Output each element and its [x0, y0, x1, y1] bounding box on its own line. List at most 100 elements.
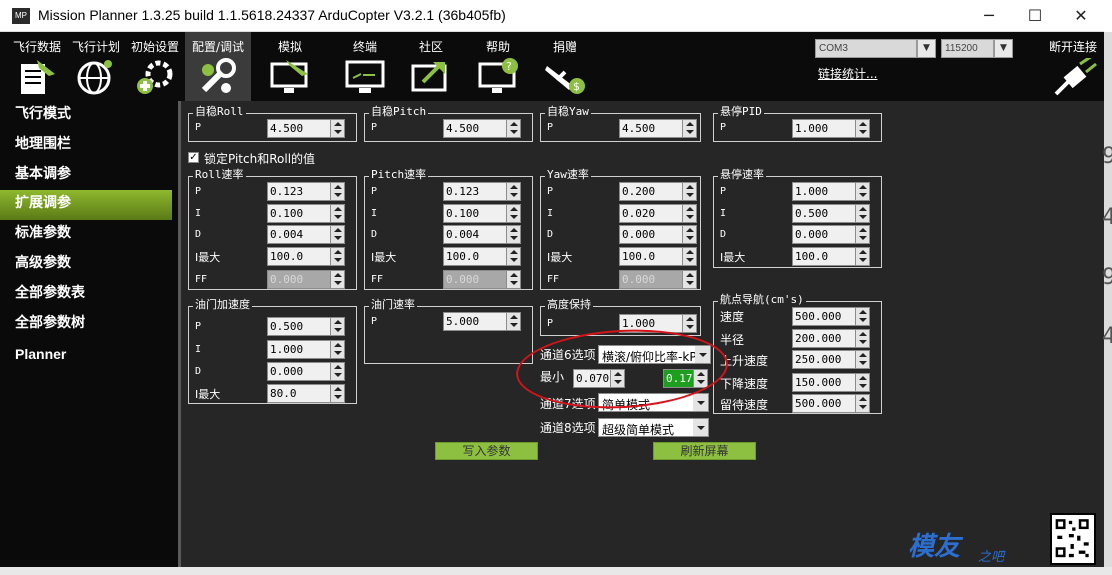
minimize-button[interactable]: ─ [966, 0, 1012, 32]
rate-pitch-imax-input[interactable]: 100.0 [443, 247, 521, 266]
sidebar-item-full-param-list[interactable]: 全部参数表 [0, 280, 172, 310]
tab-terminal[interactable]: 终端 [333, 32, 397, 101]
rate-yaw-d-input[interactable]: 0.000 [619, 225, 697, 244]
p-label: P [195, 122, 202, 133]
tab-simulation[interactable]: 模拟 [258, 32, 322, 101]
rate-pitch-p-input[interactable]: 0.123 [443, 182, 521, 201]
rate-yaw-imax-input[interactable]: 100.0 [619, 247, 697, 266]
loiter-rate-imax-input[interactable]: 100.0 [792, 247, 870, 266]
throttle-accel-i-input[interactable]: 1.000 [267, 340, 345, 359]
loiter-pid-p-input[interactable]: 1.000 [792, 119, 870, 138]
tab-community[interactable]: 社区 [403, 32, 459, 101]
sidebar-item-basic-tuning[interactable]: 基本调参 [0, 161, 172, 191]
baud-dropdown-arrow[interactable]: ▼ [994, 39, 1013, 58]
tab-config-tuning[interactable]: 配置/调试 [185, 32, 251, 101]
wpnav-loiter-speed-input[interactable]: 500.000 [792, 394, 870, 413]
main-toolbar: 飞行数据 飞行计划 初始设置 配置/调试 模拟 终端 社区 帮助 ? 捐赠 $ … [0, 32, 1104, 101]
rate-pitch-d-input[interactable]: 0.004 [443, 225, 521, 244]
stabilize-roll-p-input[interactable]: 4.500 [267, 119, 345, 138]
p-label: P [371, 186, 378, 197]
port-select[interactable]: COM3 [815, 39, 917, 58]
port-dropdown-arrow[interactable]: ▼ [917, 39, 936, 58]
rate-roll-d-input[interactable]: 0.004 [267, 225, 345, 244]
ff-label: FF [371, 274, 384, 285]
loiter-rate-d-input[interactable]: 0.000 [792, 225, 870, 244]
wpnav-speed-label: 速度 [720, 310, 745, 324]
tab-flight-plan[interactable]: 飞行计划 [66, 32, 126, 101]
ch8-option-select[interactable]: 超级简单模式 [598, 418, 709, 437]
wpnav-speed-input[interactable]: 500.000 [792, 307, 870, 326]
wpnav-down-speed-input[interactable]: 150.000 [792, 373, 870, 392]
imax-label: I最大 [195, 388, 221, 401]
group-title: 悬停速率 [718, 168, 766, 182]
background-char: 4 [1102, 205, 1112, 230]
rate-roll-i-input[interactable]: 0.100 [267, 204, 345, 223]
sidebar-item-planner[interactable]: Planner [0, 341, 172, 371]
d-label: D [195, 229, 202, 240]
throttle-accel-d-input[interactable]: 0.000 [267, 362, 345, 381]
refresh-screen-button[interactable]: 刷新屏幕 [653, 442, 756, 460]
waypoint-nav-group: 航点导航(cm's) 速度 500.000 半径 200.000 上升速度 25… [713, 293, 882, 414]
tab-initial-setup[interactable]: 初始设置 [126, 32, 184, 101]
terminal-icon [345, 60, 385, 93]
sidebar-item-extended-tuning[interactable]: 扩展调参 [0, 190, 172, 220]
background-char: 9 [1102, 144, 1112, 169]
group-title: Yaw速率 [545, 168, 591, 182]
rate-pitch-ff-input: 0.000 [443, 270, 521, 289]
stabilize-pitch-group: 自稳Pitch P 4.500 [364, 105, 533, 142]
maximize-button[interactable]: ☐ [1012, 0, 1058, 32]
ff-label: FF [547, 274, 560, 285]
disconnect-plug-icon[interactable] [1052, 58, 1098, 98]
rate-pitch-i-input[interactable]: 0.100 [443, 204, 521, 223]
throttle-accel-imax-input[interactable]: 80.0 [267, 384, 345, 403]
initial-setup-icon [137, 60, 173, 94]
config-tuning-icon [201, 58, 236, 93]
group-title: 航点导航(cm's) [718, 293, 806, 307]
tab-terminal-label: 终端 [352, 40, 377, 54]
imax-label: I最大 [547, 251, 573, 264]
sidebar-item-flight-modes[interactable]: 飞行模式 [0, 101, 172, 131]
stabilize-yaw-group: 自稳Yaw P 4.500 [540, 105, 701, 142]
wpnav-up-speed-input[interactable]: 250.000 [792, 350, 870, 369]
p-label: P [547, 186, 554, 197]
sidebar-item-standard-params[interactable]: 标准参数 [0, 220, 172, 250]
lock-pitch-roll-checkbox[interactable]: ✓ [188, 152, 199, 163]
tab-community-label: 社区 [418, 40, 443, 54]
wpnav-radius-input[interactable]: 200.000 [792, 329, 870, 348]
rate-yaw-ff-input: 0.000 [619, 270, 697, 289]
sidebar-item-full-param-tree[interactable]: 全部参数树 [0, 310, 172, 340]
stabilize-yaw-p-input[interactable]: 4.500 [619, 119, 697, 138]
sidebar-item-advanced-params[interactable]: 高级参数 [0, 250, 172, 280]
wpnav-loiter-speed-label: 留待速度 [720, 398, 769, 412]
sidebar-item-geofence[interactable]: 地理围栏 [0, 131, 172, 161]
rate-yaw-i-input[interactable]: 0.020 [619, 204, 697, 223]
baud-select[interactable]: 115200 [941, 39, 994, 58]
stabilize-pitch-p-input[interactable]: 4.500 [443, 119, 521, 138]
group-title: Roll速率 [193, 168, 246, 182]
tab-flight-data[interactable]: 飞行数据 [8, 32, 66, 101]
tab-donate[interactable]: 捐赠 $ [535, 32, 595, 101]
loiter-rate-i-input[interactable]: 0.500 [792, 204, 870, 223]
help-icon: ? [478, 58, 518, 93]
throttle-accel-group: 油门加速度 P 0.500 I 1.000 D 0.000 I最大 80.0 [188, 298, 357, 404]
rate-yaw-p-input[interactable]: 0.200 [619, 182, 697, 201]
imax-label: I最大 [720, 251, 746, 264]
loiter-rate-p-input[interactable]: 1.000 [792, 182, 870, 201]
throttle-rate-p-input[interactable]: 5.000 [443, 312, 521, 331]
link-stats-link[interactable]: 链接统计... [818, 65, 877, 82]
tab-help[interactable]: 帮助 ? [468, 32, 528, 101]
watermark-subtext: 之吧 [978, 550, 1005, 565]
background-window-edge [1104, 32, 1112, 567]
disconnect-label[interactable]: 断开连接 [1049, 38, 1097, 55]
group-title: 高度保持 [545, 298, 593, 312]
group-title: 油门速率 [369, 298, 417, 312]
throttle-accel-p-input[interactable]: 0.500 [267, 317, 345, 336]
i-label: I [547, 208, 554, 219]
qr-code-icon [1050, 513, 1096, 565]
write-params-button[interactable]: 写入参数 [435, 442, 538, 460]
rate-roll-p-input[interactable]: 0.123 [267, 182, 345, 201]
close-button[interactable]: ✕ [1058, 0, 1104, 32]
ff-label: FF [195, 274, 208, 285]
rate-roll-imax-input[interactable]: 100.0 [267, 247, 345, 266]
config-sidebar: 飞行模式 地理围栏 基本调参 扩展调参 标准参数 高级参数 全部参数表 全部参数… [0, 101, 181, 567]
